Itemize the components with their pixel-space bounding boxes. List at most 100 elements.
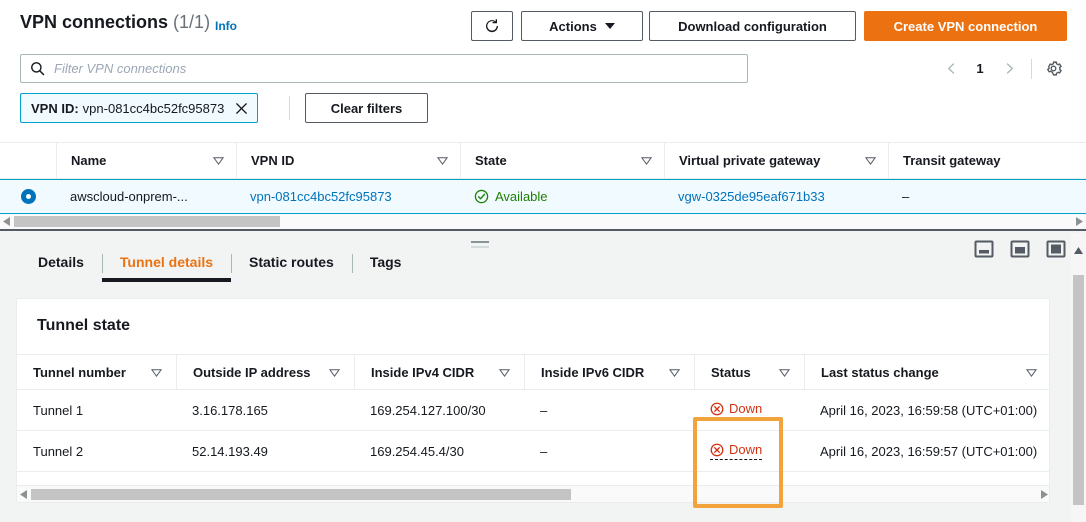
error-circle-icon	[710, 402, 724, 415]
row-select-cell[interactable]	[0, 180, 56, 213]
filter-divider	[289, 96, 290, 120]
column-header-inside-ipv4-cidr[interactable]: Inside IPv4 CIDR	[354, 355, 524, 389]
status-badge-available: Available	[474, 189, 548, 204]
column-header-outside-ip-address[interactable]: Outside IP address	[176, 355, 354, 389]
cell-virtual-private-gateway[interactable]: vgw-0325de95eaf671b33	[664, 180, 888, 213]
info-link[interactable]: Info	[215, 19, 237, 33]
table-preferences-button[interactable]	[1040, 55, 1066, 83]
pagination: 1	[937, 54, 1066, 83]
split-panel: Details Tunnel details Static routes Tag…	[0, 233, 1086, 522]
cell-state: Available	[460, 180, 664, 213]
table-row[interactable]: awscloud-onprem-... vpn-081cc4bc52fc9587…	[0, 179, 1086, 214]
column-header-inside-ipv4-cidr-label: Inside IPv4 CIDR	[371, 364, 475, 380]
column-header-state-label: State	[475, 153, 507, 168]
table-scroll-thumb[interactable]	[14, 216, 280, 227]
vpn-connections-page: VPN connections (1/1) Info Actions Downl…	[0, 0, 1086, 522]
sort-icon	[151, 368, 162, 377]
pagination-prev-button[interactable]	[937, 55, 965, 83]
split-panel-vertical-scrollbar[interactable]	[1071, 233, 1086, 522]
tunnel-table-horizontal-scrollbar[interactable]	[17, 485, 1049, 502]
status-label: Down	[729, 401, 763, 416]
actions-button[interactable]: Actions	[521, 11, 643, 41]
download-configuration-button[interactable]: Download configuration	[649, 11, 856, 41]
table-horizontal-scrollbar[interactable]	[0, 214, 1086, 229]
scroll-left-arrow-icon[interactable]	[20, 490, 28, 499]
scroll-up-arrow-icon[interactable]	[1074, 247, 1083, 255]
status-badge-down[interactable]: Down	[710, 401, 763, 419]
row-radio-button[interactable]	[20, 189, 36, 204]
column-header-virtual-private-gateway-label: Virtual private gateway	[679, 153, 821, 168]
page-title: VPN connections (1/1)	[20, 12, 210, 33]
column-header-outside-ip-address-label: Outside IP address	[193, 364, 311, 380]
sort-icon	[213, 157, 224, 166]
vpn-connections-list-container: VPN connections (1/1) Info Actions Downl…	[0, 0, 1086, 231]
refresh-button[interactable]	[471, 11, 513, 41]
search-input[interactable]	[54, 61, 747, 76]
pagination-page-1[interactable]: 1	[967, 55, 993, 83]
check-circle-icon	[474, 189, 489, 204]
status-badge-down[interactable]: Down	[710, 442, 763, 460]
clear-filters-button[interactable]: Clear filters	[305, 93, 428, 123]
split-panel-resize-handle[interactable]	[471, 241, 489, 248]
tunnel-scroll-thumb[interactable]	[31, 489, 571, 500]
cell-status: Down	[694, 390, 804, 430]
tab-tags[interactable]: Tags	[351, 254, 420, 282]
scroll-right-arrow-icon[interactable]	[1075, 217, 1083, 226]
sort-icon	[865, 157, 876, 166]
split-panel-tabs: Details Tunnel details Static routes Tag…	[0, 254, 1060, 283]
column-header-inside-ipv6-cidr[interactable]: Inside IPv6 CIDR	[524, 355, 694, 389]
column-header-tunnel-number-label: Tunnel number	[33, 364, 126, 380]
filter-search-box[interactable]	[20, 54, 748, 83]
sort-icon	[779, 368, 790, 377]
list-header: VPN connections (1/1) Info Actions Downl…	[0, 0, 1086, 48]
close-icon	[236, 102, 248, 114]
column-header-status[interactable]: Status	[694, 355, 804, 389]
column-header-select	[0, 143, 56, 178]
column-header-name[interactable]: Name	[56, 143, 236, 178]
scroll-left-arrow-icon[interactable]	[3, 217, 11, 226]
column-header-vpn-id-label: VPN ID	[251, 153, 295, 168]
filter-token-remove-button[interactable]	[234, 101, 249, 116]
cell-name: awscloud-onprem-...	[70, 189, 188, 204]
column-header-virtual-private-gateway[interactable]: Virtual private gateway	[664, 143, 888, 178]
filter-token-vpn-id[interactable]: VPN ID: vpn-081cc4bc52fc95873	[20, 93, 259, 123]
resize-handle-line	[471, 241, 489, 243]
resize-handle-line	[471, 246, 489, 248]
chevron-down-icon	[604, 23, 615, 29]
tab-static-routes[interactable]: Static routes	[231, 254, 352, 282]
create-vpn-connection-button[interactable]: Create VPN connection	[864, 11, 1067, 41]
cell-inside-ipv4-cidr: 169.254.127.100/30	[370, 402, 486, 418]
tunnel-state-title: Tunnel state	[37, 317, 131, 334]
column-header-vpn-id[interactable]: VPN ID	[236, 143, 460, 178]
cell-vpn-id[interactable]: vpn-081cc4bc52fc95873	[236, 180, 460, 213]
tunnel-row: Tunnel 2 52.14.193.49 169.254.45.4/30 – …	[17, 431, 1049, 472]
column-header-status-label: Status	[711, 364, 751, 380]
column-header-inside-ipv6-cidr-label: Inside IPv6 CIDR	[541, 364, 645, 380]
state-label: Available	[495, 189, 548, 204]
scroll-right-arrow-icon[interactable]	[1040, 490, 1048, 499]
tunnel-row: Tunnel 1 3.16.178.165 169.254.127.100/30…	[17, 390, 1049, 431]
filter-token-value: vpn-081cc4bc52fc95873	[82, 100, 225, 116]
column-header-tunnel-number[interactable]: Tunnel number	[17, 355, 176, 389]
column-header-last-status-change[interactable]: Last status change	[804, 355, 1049, 389]
refresh-icon	[486, 19, 499, 33]
cell-outside-ip-address: 52.14.193.49	[192, 443, 268, 459]
pagination-next-button[interactable]	[995, 55, 1023, 83]
column-header-last-status-change-label: Last status change	[821, 364, 939, 380]
column-header-state[interactable]: State	[460, 143, 664, 178]
status-label: Down	[729, 442, 763, 457]
tab-details[interactable]: Details	[20, 254, 102, 282]
cell-transit-gateway: –	[902, 189, 910, 204]
split-panel-scroll-thumb[interactable]	[1073, 275, 1084, 505]
tab-tunnel-details[interactable]: Tunnel details	[101, 254, 232, 282]
column-header-transit-gateway[interactable]: Transit gateway	[888, 143, 1086, 178]
error-circle-icon	[710, 443, 724, 456]
pagination-divider	[1031, 58, 1032, 79]
cell-tunnel-number: Tunnel 1	[33, 402, 84, 418]
tunnel-state-card: Tunnel state Tunnel number Outside IP ad…	[16, 298, 1050, 503]
tunnel-table-header: Tunnel number Outside IP address Inside …	[17, 354, 1049, 390]
page-title-count: (1/1)	[173, 12, 211, 32]
sort-icon	[437, 157, 448, 166]
sort-icon	[641, 157, 652, 166]
column-header-transit-gateway-label: Transit gateway	[903, 153, 1001, 168]
